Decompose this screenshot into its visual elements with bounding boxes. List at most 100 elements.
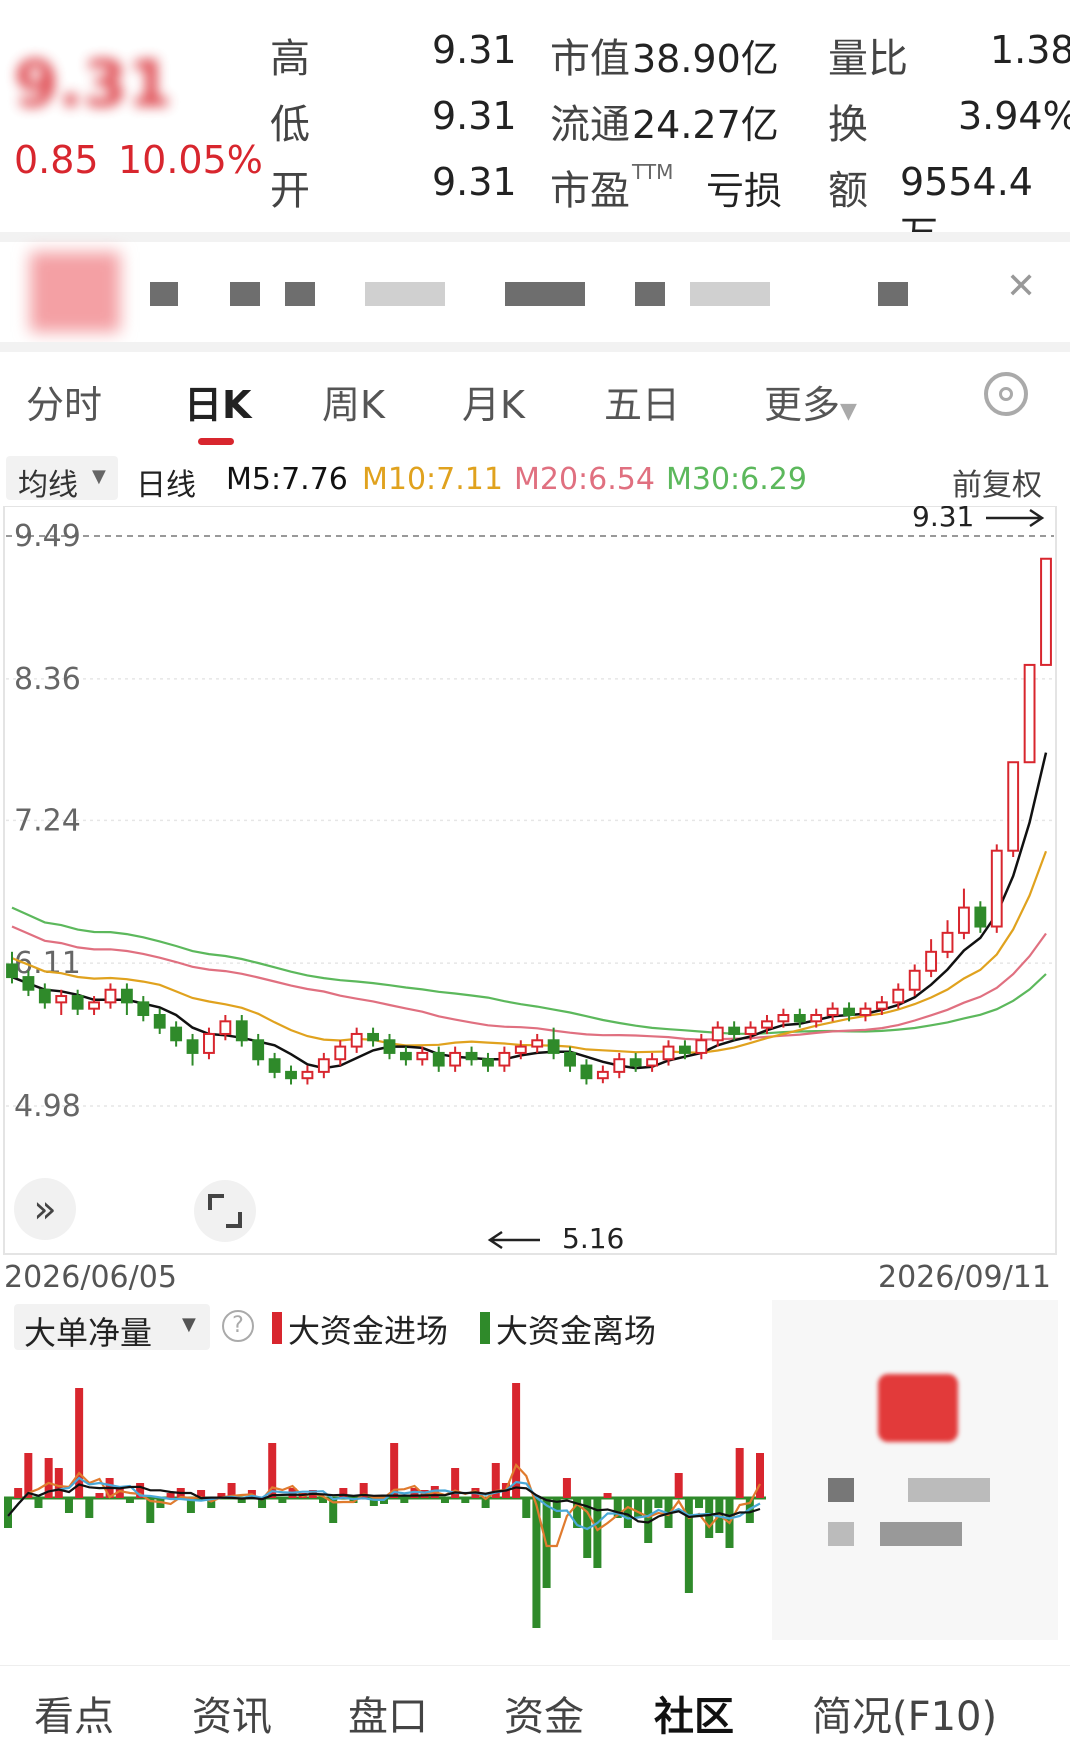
candle-body (596, 1070, 609, 1080)
volume-indicator-selector[interactable]: 大单净量 ▼ (14, 1304, 210, 1352)
flow-bar (562, 1478, 571, 1498)
flow-bar (64, 1498, 73, 1513)
flow-bar (440, 1498, 449, 1503)
candle-body (990, 849, 1003, 928)
news-banner[interactable]: ✕ (0, 242, 1070, 342)
flow-bar (166, 1493, 175, 1498)
divider (0, 232, 1070, 242)
candle-body (1023, 663, 1036, 764)
candlestick-chart[interactable]: 9.498.367.246.114.98 9.315.16 (0, 506, 1070, 1256)
adjust-mode-button[interactable]: 前复权 (952, 460, 1042, 504)
nav-highlights[interactable]: 看点 (34, 1684, 114, 1742)
candle-body (826, 1007, 839, 1017)
settings-gear-icon[interactable] (984, 372, 1028, 416)
candle-body (38, 988, 51, 1004)
nav-community[interactable]: 社区 (654, 1684, 734, 1742)
candle-body (941, 931, 954, 953)
candle-body (958, 906, 970, 934)
news-redacted (230, 282, 260, 306)
price-change-pct: 10.05% (118, 138, 263, 182)
tab-monthly-k[interactable]: 月K (462, 374, 525, 429)
candle-body (925, 950, 938, 972)
open-label: 开 (270, 168, 310, 214)
ma-selector[interactable]: 均线 ▼ (6, 456, 118, 503)
candle-body (777, 1014, 790, 1023)
candle-body (629, 1058, 642, 1067)
candle-body (317, 1058, 330, 1073)
candle-body (235, 1020, 248, 1042)
vol-ratio-label: 量比 (828, 36, 908, 82)
float-value: 24.27亿 (632, 103, 779, 147)
flow-bar (705, 1498, 714, 1538)
candle-body (350, 1032, 363, 1048)
quote-header: 9.31 0.85 10.05% 高 9.31 低 9.31 开 9.31 市值… (0, 0, 1070, 257)
active-tab-indicator (198, 438, 234, 445)
bottom-tab-bar: 看点 资讯 盘口 资金 社区 简况(F10) (0, 1665, 1070, 1742)
candle-body (285, 1070, 297, 1080)
y-tick-label: 8.36 (14, 662, 81, 697)
candle-body (383, 1039, 396, 1054)
close-icon[interactable]: ✕ (1006, 266, 1036, 307)
blurred-ad-panel[interactable] (772, 1300, 1058, 1640)
candle-body (728, 1026, 741, 1035)
news-redacted (150, 282, 178, 306)
legend-in-swatch (272, 1312, 282, 1344)
candle-body (120, 988, 133, 1004)
candle-body (399, 1051, 412, 1061)
current-price: 9.31 (14, 48, 172, 122)
price-change: 0.85 (14, 138, 99, 182)
expand-arrows-icon[interactable]: » (14, 1178, 76, 1240)
ma-indicator-row: 均线 ▼ 日线 M5:7.76 M10:7.11 M20:6.54 M30:6.… (0, 452, 1070, 506)
tab-five-day[interactable]: 五日 (604, 374, 680, 429)
x-axis-start-date: 2026/06/05 (4, 1260, 177, 1295)
candle-body (268, 1058, 281, 1073)
flow-bar (54, 1468, 63, 1498)
fullscreen-icon[interactable] (194, 1180, 256, 1242)
market-cap-label: 市值 (550, 36, 630, 82)
candle-body (662, 1045, 675, 1061)
legend-out-label: 大资金离场 (496, 1312, 657, 1350)
y-tick-label: 7.24 (14, 803, 81, 838)
candle-body (416, 1051, 429, 1061)
volume-indicator-label: 大单净量 (24, 1314, 153, 1352)
flow-bar (603, 1493, 612, 1498)
news-redacted (690, 282, 770, 306)
flow-bar (654, 1498, 663, 1508)
capital-flow-chart[interactable] (0, 1352, 770, 1652)
candle-body (580, 1064, 593, 1080)
candle-body (974, 906, 987, 928)
float-label: 流通 (550, 102, 630, 148)
candle-body (170, 1026, 183, 1042)
candle-body (613, 1058, 626, 1073)
help-icon[interactable]: ? (222, 1310, 254, 1342)
nav-order-book[interactable]: 盘口 (348, 1684, 428, 1742)
tab-more[interactable]: 更多▼ (764, 374, 857, 429)
candle-body (465, 1051, 478, 1061)
chevron-down-icon: ▼ (840, 399, 857, 424)
candle-body (859, 1007, 872, 1017)
nav-news[interactable]: 资讯 (192, 1684, 272, 1742)
candle-body (22, 976, 35, 991)
amount-label: 额 (828, 168, 868, 214)
nav-profile-f10[interactable]: 简况(F10) (812, 1684, 997, 1742)
tab-daily-k[interactable]: 日K (184, 374, 251, 429)
tab-weekly-k[interactable]: 周K (322, 374, 385, 429)
flow-bar (674, 1473, 683, 1498)
candle-body (252, 1039, 265, 1061)
candle-body (186, 1039, 199, 1054)
ma20-value: M20:6.54 (514, 462, 655, 497)
candle-body (547, 1039, 560, 1054)
flow-bar (278, 1498, 287, 1503)
news-redacted (365, 282, 445, 306)
candle-body (793, 1014, 806, 1023)
flow-bar (34, 1498, 43, 1508)
nav-capital[interactable]: 资金 (504, 1684, 584, 1742)
flow-bar (735, 1448, 744, 1498)
pe-value: 亏损 (706, 169, 783, 213)
legend-out-swatch (480, 1312, 490, 1344)
tab-intraday[interactable]: 分时 (26, 374, 102, 429)
low-value: 9.31 (432, 94, 517, 138)
candle-body (482, 1058, 494, 1067)
candle-body (514, 1045, 527, 1054)
open-value: 9.31 (432, 160, 517, 204)
